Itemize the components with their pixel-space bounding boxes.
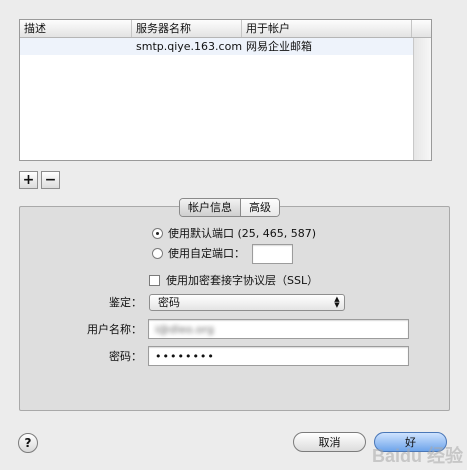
column-header-account[interactable]: 用于帐户 xyxy=(242,20,412,37)
default-port-radio[interactable] xyxy=(152,228,163,239)
cell-server-name: smtp.qiye.163.com xyxy=(136,40,242,53)
custom-port-label: 使用自定端口： xyxy=(168,247,245,260)
table-row[interactable]: smtp.qiye.163.com 网易企业邮箱 xyxy=(20,38,431,55)
auth-label: 鉴定： xyxy=(109,296,142,309)
updown-arrows-icon: ▲ ▼ xyxy=(334,295,340,309)
add-server-button[interactable]: + xyxy=(19,171,38,189)
column-header-spacer xyxy=(412,20,431,37)
ssl-label: 使用加密套接字协议层（SSL） xyxy=(166,274,319,287)
help-button[interactable]: ? xyxy=(18,433,38,453)
tab-advanced[interactable]: 高级 xyxy=(241,199,279,216)
radio-selected-dot xyxy=(156,232,159,235)
tab-group: 帐户信息 高级 xyxy=(179,198,280,217)
password-value: •••••••• xyxy=(155,350,215,363)
column-header-description[interactable]: 描述 xyxy=(20,20,132,37)
custom-port-radio[interactable] xyxy=(152,248,163,259)
cancel-button[interactable]: 取消 xyxy=(293,432,366,452)
password-label: 密码： xyxy=(109,350,142,363)
auth-select[interactable]: 密码 ▲ ▼ xyxy=(149,294,345,311)
auth-select-value: 密码 xyxy=(158,296,180,309)
column-header-server-name[interactable]: 服务器名称 xyxy=(132,20,242,37)
remove-server-button[interactable]: − xyxy=(41,171,60,189)
username-value: i@dleo.org xyxy=(155,323,214,336)
tab-account-info[interactable]: 帐户信息 xyxy=(180,199,241,216)
watermark-logo: Baidu 经验 xyxy=(371,446,463,466)
custom-port-field[interactable] xyxy=(252,244,293,264)
ssl-checkbox[interactable] xyxy=(149,275,160,286)
cell-description xyxy=(20,38,132,55)
password-field[interactable]: •••••••• xyxy=(148,346,409,366)
table-scrollbar[interactable] xyxy=(413,38,431,160)
table-header: 描述 服务器名称 用于帐户 xyxy=(20,20,431,38)
username-label: 用户名称： xyxy=(87,323,142,336)
username-field[interactable]: i@dleo.org xyxy=(148,319,409,339)
cell-account: 网易企业邮箱 xyxy=(246,40,312,53)
default-port-label: 使用默认端口 (25, 465, 587) xyxy=(168,227,317,240)
server-list-table[interactable]: 描述 服务器名称 用于帐户 smtp.qiye.163.com 网易企业邮箱 xyxy=(19,19,432,161)
